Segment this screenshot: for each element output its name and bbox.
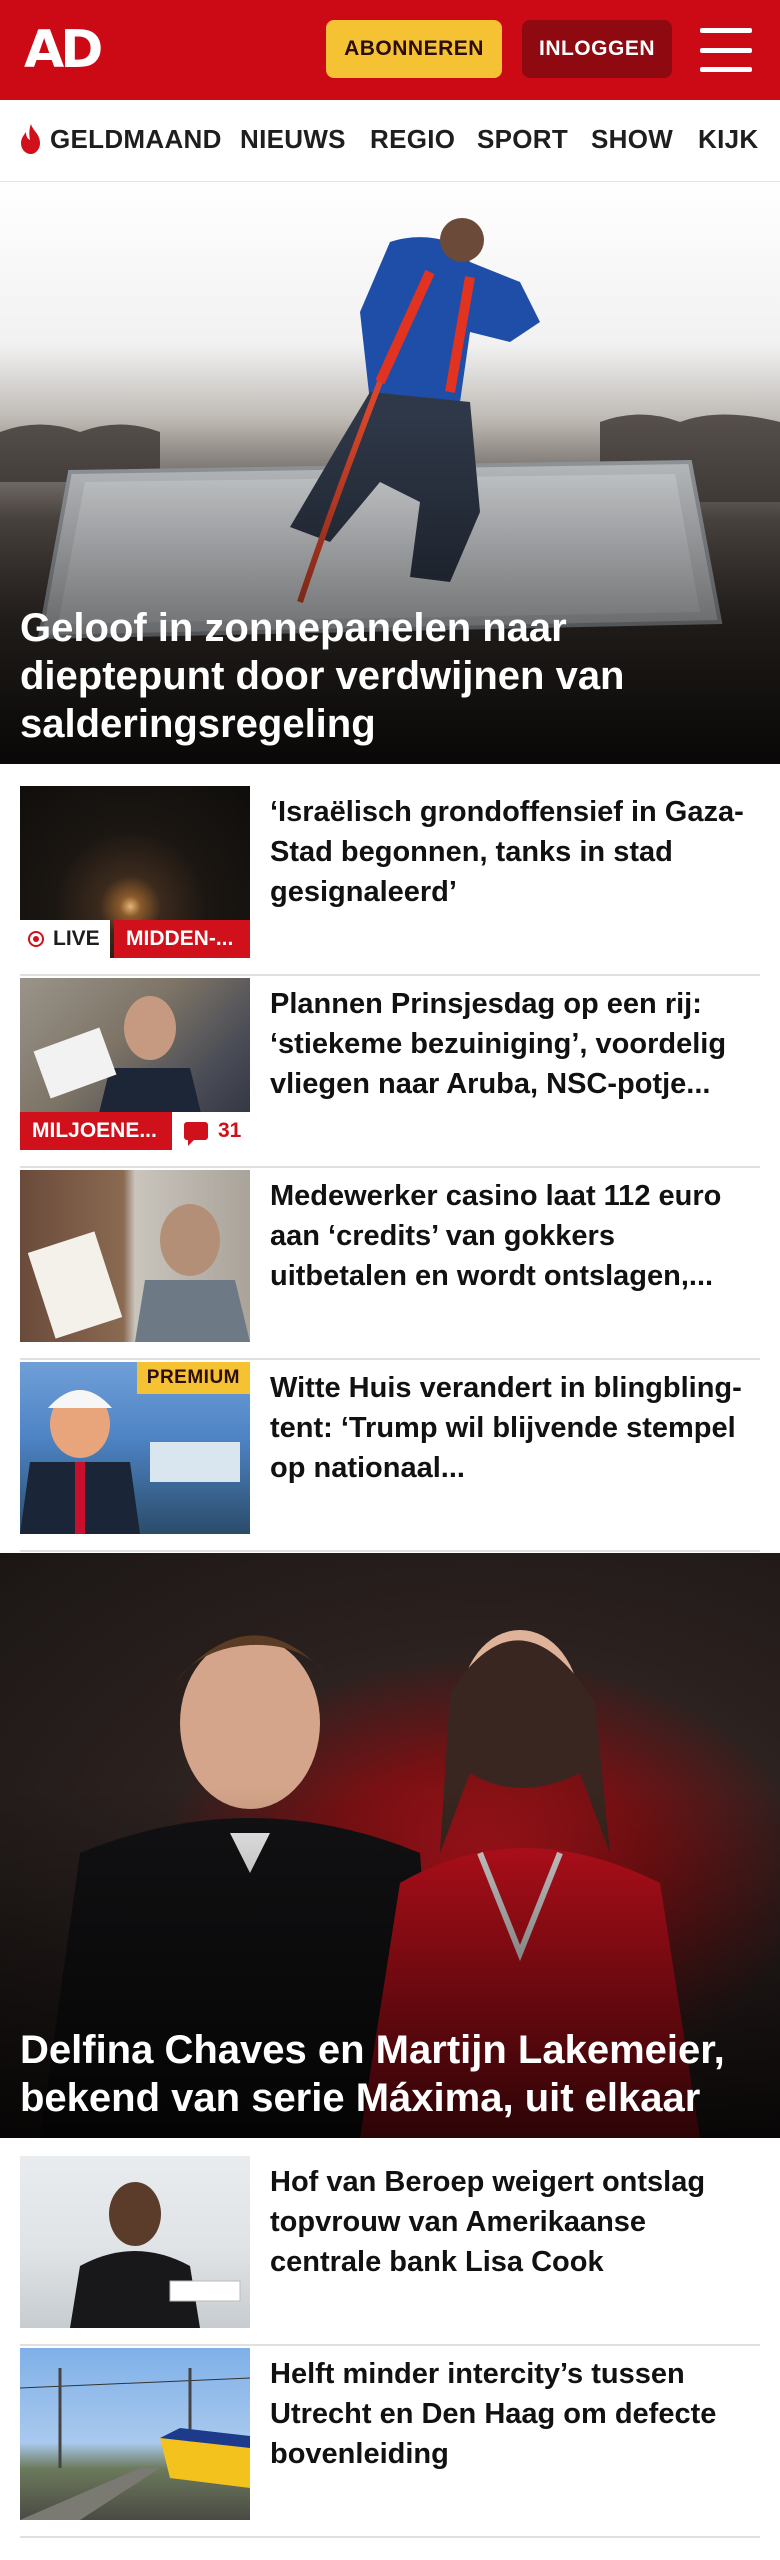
premium-badge: PREMIUM: [136, 1362, 250, 1394]
article-title: Hof van Beroep weigert ontslag topvrouw …: [270, 2166, 706, 2278]
category-badge: MIDDEN-...: [114, 920, 250, 958]
nav-item-regio[interactable]: REGIO: [370, 124, 455, 155]
nav-item-nieuws[interactable]: NIEUWS: [240, 124, 346, 155]
article-title: ‘Israëlisch grondoffensief in Gaza-Stad …: [270, 796, 744, 908]
article-lisa-cook[interactable]: Hof van Beroep weigert ontslag topvrouw …: [20, 2156, 760, 2346]
article-intercity[interactable]: Helft minder intercity’s tussen Utrecht …: [20, 2348, 760, 2538]
category-badge: MILJOENE...: [20, 1112, 172, 1150]
hero-article-maxima[interactable]: Delfina Chaves en Martijn Lakemeier, bek…: [0, 1553, 780, 2138]
nav-item-sport[interactable]: SPORT: [477, 124, 568, 155]
article-thumbnail: MILJOENE... 31: [20, 978, 250, 1150]
article-thumbnail: LIVE MIDDEN-...: [20, 786, 250, 958]
login-button[interactable]: INLOGGEN: [522, 20, 672, 78]
nav-item-kijk[interactable]: KIJK: [698, 124, 758, 155]
comments-badge[interactable]: 31: [172, 1112, 250, 1150]
hero-article-solar[interactable]: Geloof in zonnepanelen naar dieptepunt d…: [0, 182, 780, 764]
article-title: Witte Huis verandert in blingbling-tent:…: [270, 1372, 742, 1484]
article-title: Medewerker casino laat 112 euro aan ‘cre…: [270, 1180, 722, 1292]
logo-text: AD: [24, 20, 103, 80]
article-thumbnail: [20, 1170, 250, 1342]
article-thumbnail: [20, 2156, 250, 2328]
hero-headline: Delfina Chaves en Martijn Lakemeier, bek…: [20, 2028, 725, 2120]
flame-icon: [21, 124, 40, 154]
article-thumbnail: PREMIUM: [20, 1362, 250, 1534]
live-label: LIVE: [53, 927, 100, 950]
article-casino[interactable]: Medewerker casino laat 112 euro aan ‘cre…: [20, 1170, 760, 1360]
article-title: Helft minder intercity’s tussen Utrecht …: [270, 2358, 717, 2470]
comment-bubble-icon: [184, 1122, 208, 1146]
nav-item-show[interactable]: SHOW: [591, 124, 673, 155]
hero-headline: Geloof in zonnepanelen naar dieptepunt d…: [20, 606, 625, 746]
article-title: Plannen Prinsjesdag op een rij: ‘stiekem…: [270, 988, 727, 1100]
comment-count: 31: [218, 1119, 242, 1142]
subscribe-button[interactable]: ABONNEREN: [326, 20, 502, 78]
article-prinsjesdag[interactable]: MILJOENE... 31 Plannen Prinsjesdag op ee…: [20, 978, 760, 1168]
article-thumbnail: [20, 2348, 250, 2520]
ad-logo[interactable]: AD: [24, 20, 103, 80]
nav-item-geldmaand[interactable]: GELDMAAND: [50, 124, 222, 155]
live-dot-icon: [28, 931, 44, 947]
section-nav: GELDMAAND NIEUWS REGIO SPORT SHOW KIJK: [0, 100, 780, 182]
hamburger-menu-icon[interactable]: [700, 24, 752, 76]
article-witte-huis[interactable]: PREMIUM Witte Huis verandert in blingbli…: [20, 1362, 760, 1552]
article-gaza[interactable]: LIVE MIDDEN-... ‘Israëlisch grondoffensi…: [20, 786, 760, 976]
top-header: AD ABONNEREN INLOGGEN: [0, 0, 780, 100]
live-badge: LIVE: [20, 920, 110, 958]
